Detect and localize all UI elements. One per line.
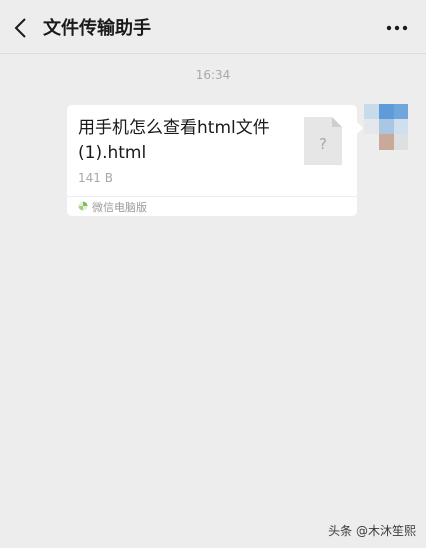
wechat-pc-icon <box>78 201 88 211</box>
unknown-file-icon: ? <box>304 117 342 165</box>
file-name: 用手机怎么查看html文件(1).html <box>78 118 270 163</box>
bubble-tail <box>357 122 363 134</box>
file-source-footer: 微信电脑版 <box>67 197 357 216</box>
chevron-left-icon[interactable] <box>12 17 30 39</box>
chat-title: 文件传输助手 <box>43 18 151 39</box>
more-dots-icon[interactable] <box>386 25 408 31</box>
file-message-bubble[interactable]: 用手机怎么查看html文件(1).html 141 B ? 微信电脑版 <box>67 105 357 216</box>
top-navigation-bar: 文件传输助手 <box>0 0 426 54</box>
file-size: 141 B <box>78 171 113 185</box>
watermark-text: 头条 @木沐笙熙 <box>328 524 416 538</box>
avatar[interactable] <box>364 104 408 150</box>
source-label: 微信电脑版 <box>92 201 147 214</box>
message-timestamp: 16:34 <box>195 68 231 82</box>
file-card-body[interactable]: 用手机怎么查看html文件(1).html 141 B ? <box>67 105 357 196</box>
file-icon-glyph: ? <box>319 135 327 153</box>
